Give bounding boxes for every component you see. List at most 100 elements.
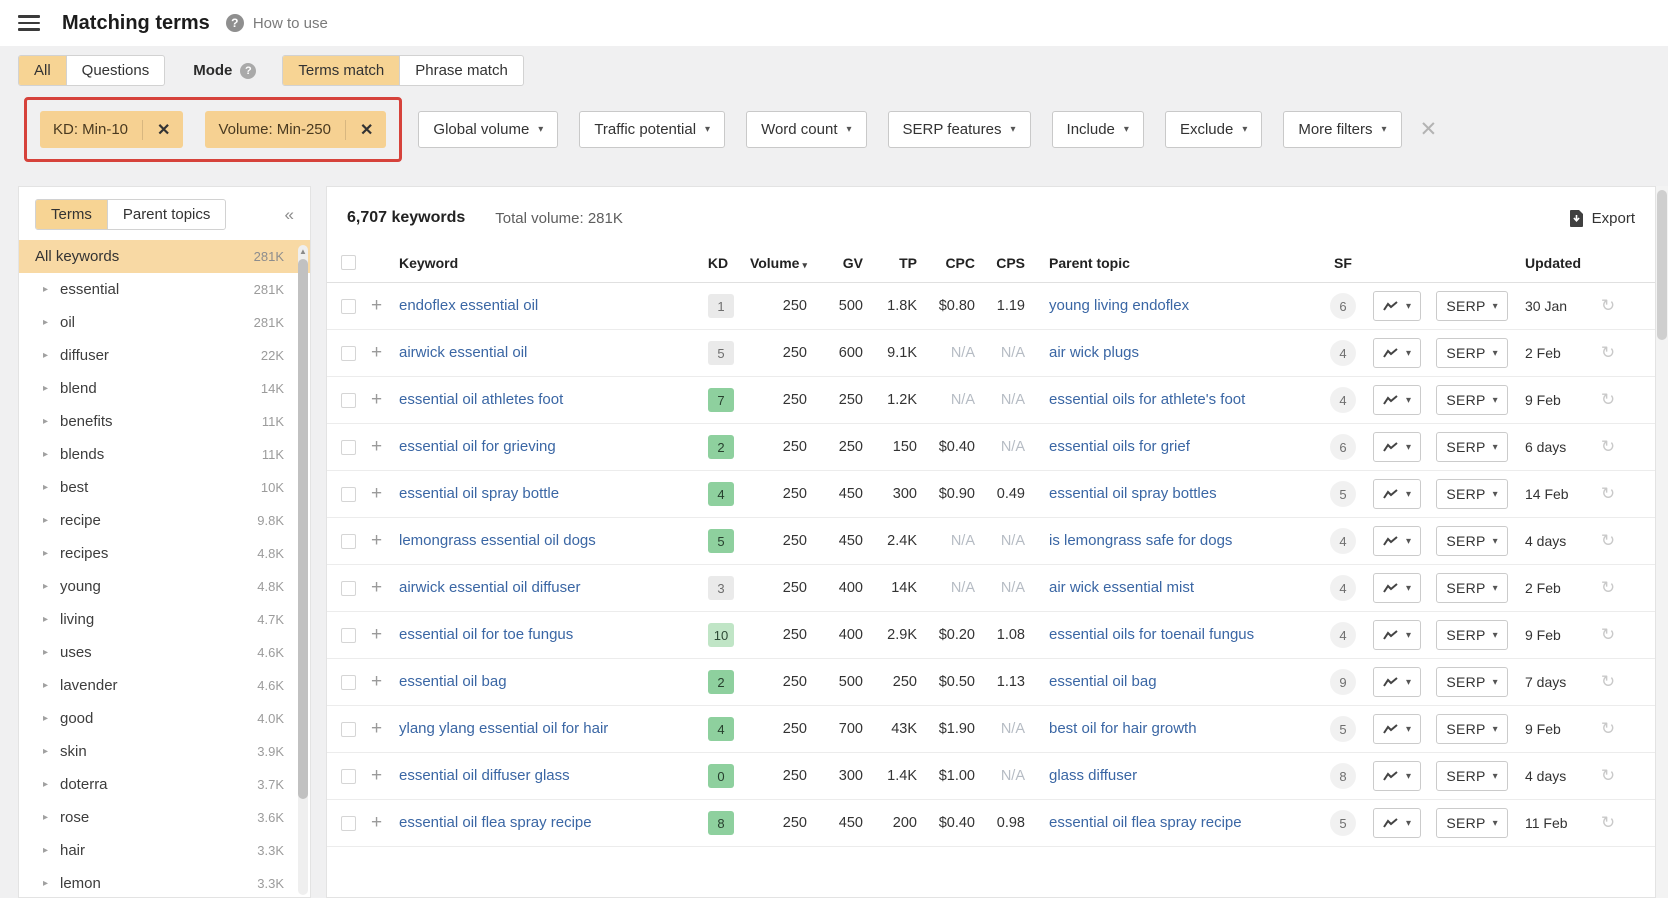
expand-arrow-icon[interactable]: ▸	[43, 614, 60, 625]
serp-button[interactable]: SERP▾	[1436, 479, 1507, 509]
serp-button[interactable]: SERP▾	[1436, 338, 1507, 368]
keyword-link[interactable]: essential oil spray bottle	[399, 485, 559, 502]
keyword-link[interactable]: ylang ylang essential oil for hair	[399, 720, 608, 737]
refresh-icon[interactable]: ↻	[1595, 484, 1621, 504]
add-to-list-icon[interactable]: +	[371, 765, 399, 787]
sidebar-term-item[interactable]: ▸lemon3.3K	[19, 867, 310, 898]
col-header-updated[interactable]: Updated	[1515, 255, 1595, 271]
add-to-list-icon[interactable]: +	[371, 530, 399, 552]
serp-button[interactable]: SERP▾	[1436, 573, 1507, 603]
keyword-link[interactable]: endoflex essential oil	[399, 297, 538, 314]
col-header-tp[interactable]: TP	[869, 255, 923, 271]
filter-chip-volume[interactable]: Volume: Min-250 ✕	[205, 111, 386, 148]
more-filters-dropdown[interactable]: More filters▾	[1283, 111, 1401, 148]
parent-topic-link[interactable]: essential oil bag	[1049, 673, 1157, 690]
position-chart-button[interactable]: ▾	[1373, 761, 1421, 791]
expand-arrow-icon[interactable]: ▸	[43, 647, 60, 658]
add-to-list-icon[interactable]: +	[371, 483, 399, 505]
serp-button[interactable]: SERP▾	[1436, 385, 1507, 415]
sidebar-term-item[interactable]: ▸living4.7K	[19, 603, 310, 636]
serp-button[interactable]: SERP▾	[1436, 291, 1507, 321]
add-to-list-icon[interactable]: +	[371, 342, 399, 364]
serp-button[interactable]: SERP▾	[1436, 432, 1507, 462]
keyword-link[interactable]: essential oil diffuser glass	[399, 767, 570, 784]
parent-topic-link[interactable]: is lemongrass safe for dogs	[1049, 532, 1232, 549]
serp-button[interactable]: SERP▾	[1436, 526, 1507, 556]
expand-arrow-icon[interactable]: ▸	[43, 878, 60, 889]
position-chart-button[interactable]: ▾	[1373, 385, 1421, 415]
parent-topic-link[interactable]: essential oils for toenail fungus	[1049, 626, 1254, 643]
refresh-icon[interactable]: ↻	[1595, 343, 1621, 363]
refresh-icon[interactable]: ↻	[1595, 766, 1621, 786]
word-count-dropdown[interactable]: Word count▾	[746, 111, 866, 148]
scrollbar-thumb[interactable]	[1657, 190, 1667, 340]
global-volume-dropdown[interactable]: Global volume▾	[418, 111, 558, 148]
sidebar-term-item[interactable]: ▸best10K	[19, 471, 310, 504]
scrollbar-thumb[interactable]	[298, 259, 308, 799]
position-chart-button[interactable]: ▾	[1373, 432, 1421, 462]
menu-icon[interactable]	[18, 15, 40, 31]
expand-arrow-icon[interactable]: ▸	[43, 713, 60, 724]
row-checkbox[interactable]	[341, 393, 356, 408]
add-to-list-icon[interactable]: +	[371, 812, 399, 834]
filter-chip-kd[interactable]: KD: Min-10 ✕	[40, 111, 183, 148]
refresh-icon[interactable]: ↻	[1595, 813, 1621, 833]
keyword-link[interactable]: essential oil flea spray recipe	[399, 814, 592, 831]
expand-arrow-icon[interactable]: ▸	[43, 812, 60, 823]
parent-topic-link[interactable]: essential oils for athlete's foot	[1049, 391, 1245, 408]
sidebar-term-item[interactable]: ▸lavender4.6K	[19, 669, 310, 702]
sidebar-item-all-keywords[interactable]: All keywords 281K	[19, 240, 310, 273]
col-header-sf[interactable]: SF	[1321, 255, 1365, 271]
how-to-use-link[interactable]: How to use	[253, 15, 328, 32]
serp-button[interactable]: SERP▾	[1436, 761, 1507, 791]
sidebar-term-item[interactable]: ▸oil281K	[19, 306, 310, 339]
sidebar-term-item[interactable]: ▸diffuser22K	[19, 339, 310, 372]
position-chart-button[interactable]: ▾	[1373, 620, 1421, 650]
expand-arrow-icon[interactable]: ▸	[43, 746, 60, 757]
scroll-up-icon[interactable]: ▲	[299, 247, 307, 256]
exclude-dropdown[interactable]: Exclude▾	[1165, 111, 1262, 148]
col-header-volume[interactable]: Volume▾	[743, 255, 813, 271]
row-checkbox[interactable]	[341, 581, 356, 596]
refresh-icon[interactable]: ↻	[1595, 719, 1621, 739]
keyword-link[interactable]: essential oil for grieving	[399, 438, 556, 455]
keyword-link[interactable]: airwick essential oil diffuser	[399, 579, 580, 596]
row-checkbox[interactable]	[341, 675, 356, 690]
tab-terms[interactable]: Terms	[36, 200, 108, 229]
sidebar-term-item[interactable]: ▸blends11K	[19, 438, 310, 471]
refresh-icon[interactable]: ↻	[1595, 390, 1621, 410]
add-to-list-icon[interactable]: +	[371, 624, 399, 646]
row-checkbox[interactable]	[341, 534, 356, 549]
serp-button[interactable]: SERP▾	[1436, 808, 1507, 838]
add-to-list-icon[interactable]: +	[371, 671, 399, 693]
help-icon[interactable]: ?	[226, 14, 244, 32]
expand-arrow-icon[interactable]: ▸	[43, 350, 60, 361]
position-chart-button[interactable]: ▾	[1373, 573, 1421, 603]
sidebar-term-item[interactable]: ▸recipe9.8K	[19, 504, 310, 537]
tab-terms-match[interactable]: Terms match	[283, 56, 400, 85]
traffic-potential-dropdown[interactable]: Traffic potential▾	[579, 111, 725, 148]
refresh-icon[interactable]: ↻	[1595, 296, 1621, 316]
add-to-list-icon[interactable]: +	[371, 718, 399, 740]
clear-filters-icon[interactable]: ✕	[1420, 117, 1438, 142]
export-button[interactable]: Export	[1569, 210, 1635, 227]
add-to-list-icon[interactable]: +	[371, 577, 399, 599]
sidebar-term-item[interactable]: ▸skin3.9K	[19, 735, 310, 768]
refresh-icon[interactable]: ↻	[1595, 437, 1621, 457]
parent-topic-link[interactable]: young living endoflex	[1049, 297, 1189, 314]
refresh-icon[interactable]: ↻	[1595, 578, 1621, 598]
refresh-icon[interactable]: ↻	[1595, 672, 1621, 692]
position-chart-button[interactable]: ▾	[1373, 291, 1421, 321]
col-header-gv[interactable]: GV	[813, 255, 869, 271]
serp-button[interactable]: SERP▾	[1436, 620, 1507, 650]
keyword-link[interactable]: lemongrass essential oil dogs	[399, 532, 596, 549]
position-chart-button[interactable]: ▾	[1373, 667, 1421, 697]
tab-phrase-match[interactable]: Phrase match	[400, 56, 523, 85]
sidebar-scrollbar[interactable]: ▲	[298, 245, 308, 895]
position-chart-button[interactable]: ▾	[1373, 714, 1421, 744]
parent-topic-link[interactable]: essential oil flea spray recipe	[1049, 814, 1242, 831]
expand-arrow-icon[interactable]: ▸	[43, 680, 60, 691]
col-header-cps[interactable]: CPS	[981, 255, 1031, 271]
sidebar-term-item[interactable]: ▸rose3.6K	[19, 801, 310, 834]
expand-arrow-icon[interactable]: ▸	[43, 515, 60, 526]
